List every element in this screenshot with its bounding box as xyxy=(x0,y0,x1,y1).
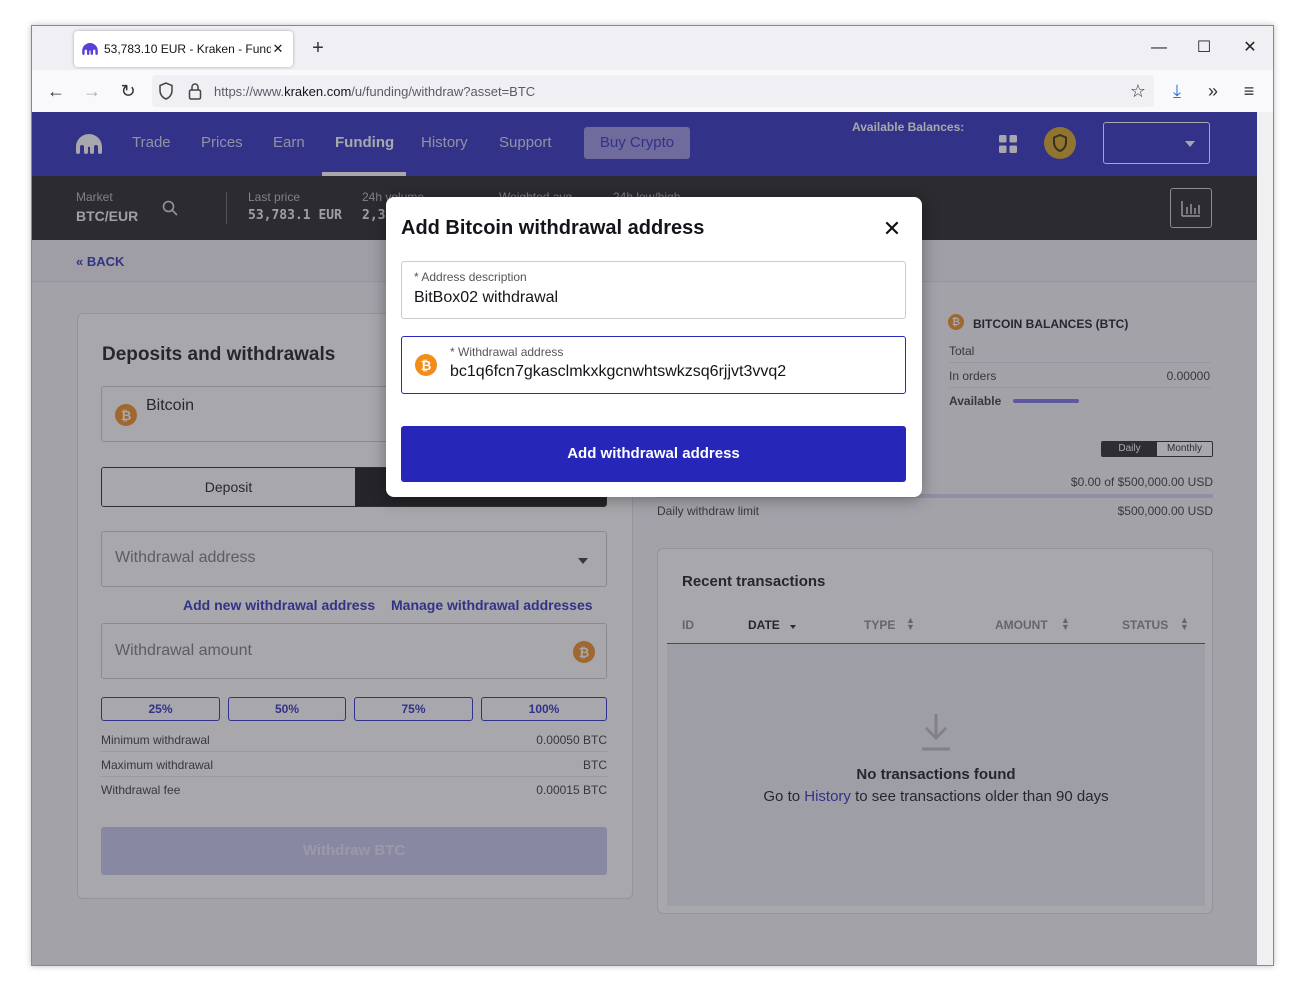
browser-window: 53,783.10 EUR - Kraken - Funding ✕ + — ☐… xyxy=(31,25,1274,966)
address-description-field[interactable]: * Address description BitBox02 withdrawa… xyxy=(401,261,906,319)
withdrawal-address-label: * Withdrawal address xyxy=(450,345,564,359)
tab-title: 53,783.10 EUR - Kraken - Funding xyxy=(104,42,271,56)
close-icon[interactable]: ✕ xyxy=(882,218,902,240)
tab-close-icon[interactable]: ✕ xyxy=(271,41,285,57)
browser-toolbar: ← → ↻ https://www.kraken.com/u/funding/w… xyxy=(32,70,1273,112)
maximize-icon[interactable]: ☐ xyxy=(1189,36,1219,60)
withdrawal-address-value: bc1q6fcn7gkasclmkxkgcnwhtswkzsq6rjjvt3vv… xyxy=(450,363,787,380)
tab-strip: 53,783.10 EUR - Kraken - Funding ✕ + — ☐… xyxy=(32,26,1273,70)
back-arrow-icon[interactable]: ← xyxy=(44,79,68,103)
new-tab-icon[interactable]: + xyxy=(308,36,328,60)
add-address-modal: Add Bitcoin withdrawal address ✕ * Addre… xyxy=(386,197,922,497)
url-text: https://www.kraken.com/u/funding/withdra… xyxy=(214,83,536,99)
add-withdrawal-address-button[interactable]: Add withdrawal address xyxy=(401,426,906,482)
url-bar[interactable]: https://www.kraken.com/u/funding/withdra… xyxy=(152,75,1154,107)
menu-icon[interactable]: ≡ xyxy=(1237,79,1261,103)
address-description-value: BitBox02 withdrawal xyxy=(414,289,559,306)
modal-title: Add Bitcoin withdrawal address xyxy=(401,217,705,239)
extensions-overflow-icon[interactable]: » xyxy=(1201,79,1225,103)
reload-icon[interactable]: ↻ xyxy=(116,79,140,103)
bitcoin-icon: ₿ xyxy=(415,354,437,376)
browser-tab[interactable]: 53,783.10 EUR - Kraken - Funding ✕ xyxy=(74,31,293,67)
address-description-label: * Address description xyxy=(414,270,527,284)
download-icon[interactable]: ⤓ xyxy=(1165,79,1189,103)
minimize-icon[interactable]: — xyxy=(1144,36,1174,60)
kraken-favicon-icon xyxy=(82,41,98,57)
lock-icon[interactable] xyxy=(188,82,202,105)
page: Trade Prices Earn Funding History Suppor… xyxy=(32,112,1257,965)
forward-arrow-icon[interactable]: → xyxy=(80,79,104,103)
bookmark-star-icon[interactable]: ☆ xyxy=(1130,81,1146,102)
scrollbar[interactable] xyxy=(1257,112,1273,965)
shield-tracking-icon[interactable] xyxy=(158,82,174,105)
withdrawal-address-field[interactable]: ₿ * Withdrawal address bc1q6fcn7gkasclmk… xyxy=(401,336,906,394)
close-window-icon[interactable]: ✕ xyxy=(1235,36,1265,60)
